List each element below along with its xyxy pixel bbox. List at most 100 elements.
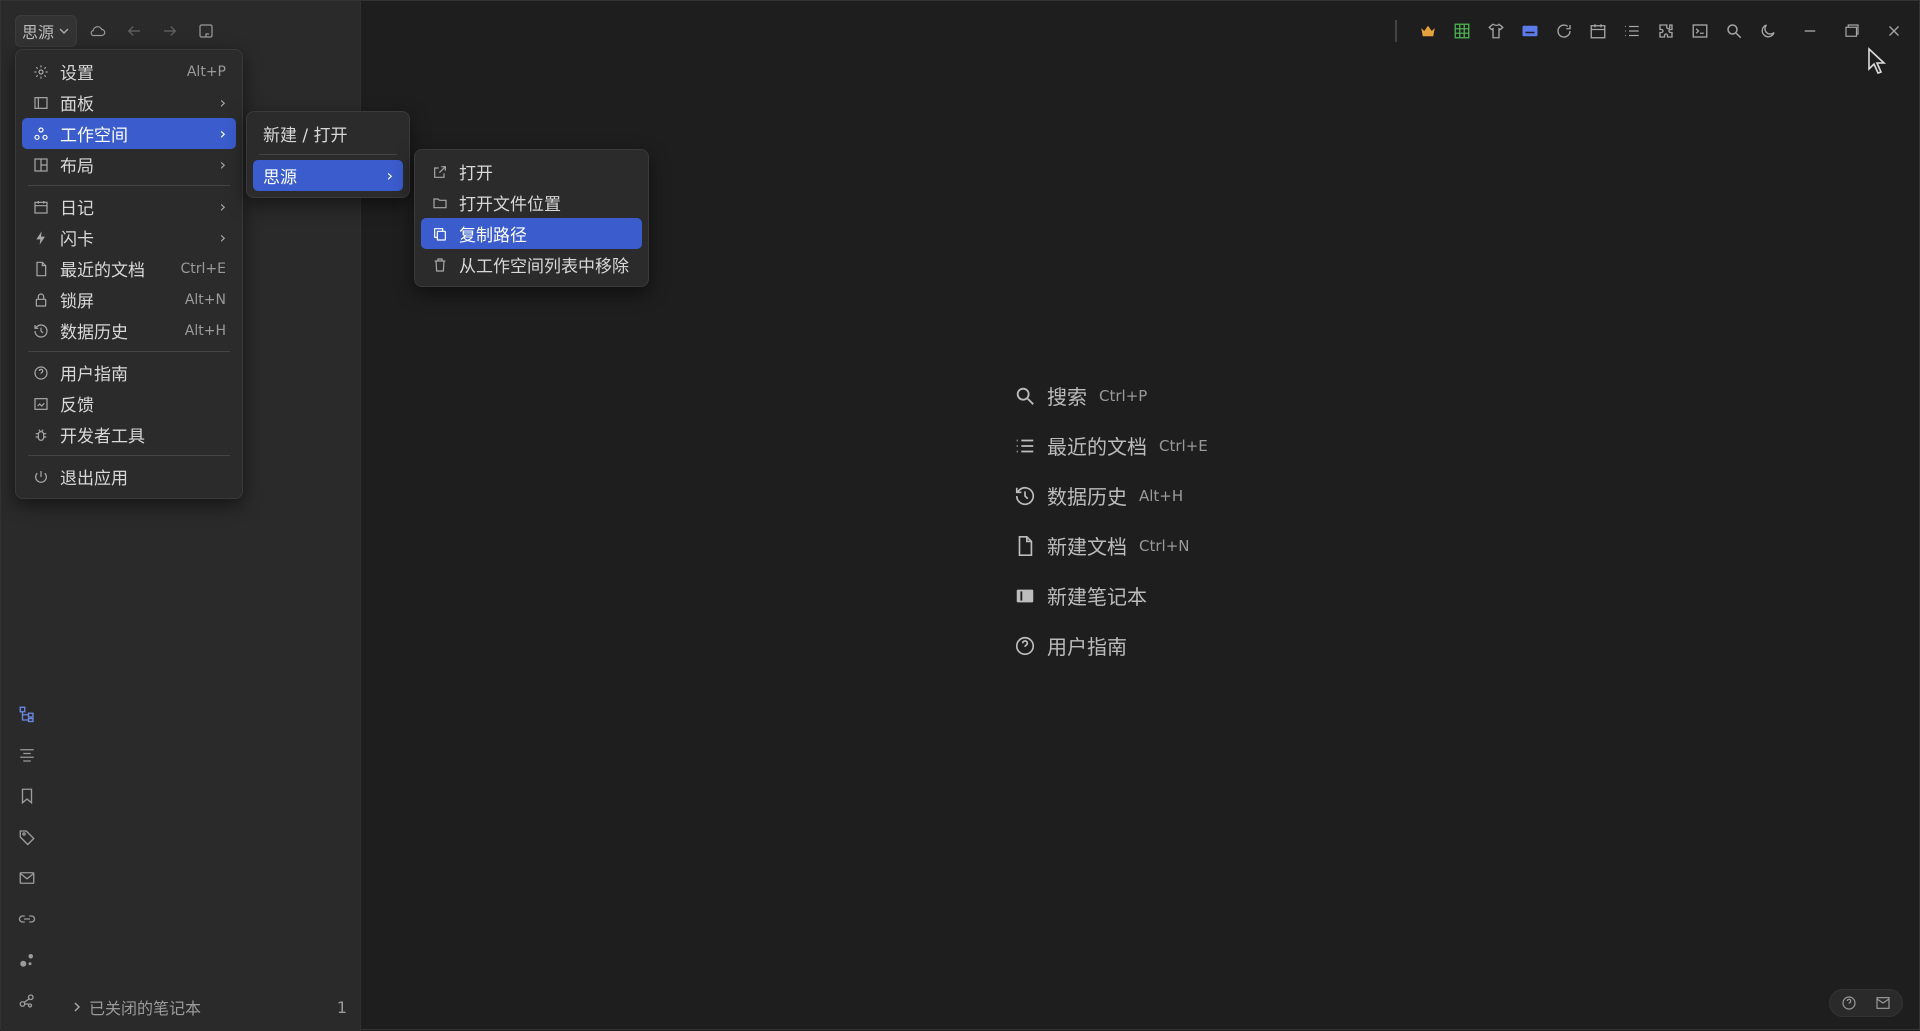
closed-notebooks-row[interactable]: 已关闭的笔记本 1 [71, 995, 347, 1019]
tag-icon[interactable] [12, 824, 42, 850]
menu-item-daily-note[interactable]: 日记 › [22, 191, 236, 222]
main-menu: 设置 Alt+P 面板 › 工作空间 › 布局 › 日记 › 闪卡 › 最近的文… [15, 49, 243, 499]
chevron-down-icon [59, 28, 69, 34]
workspace-name: 思源 [22, 23, 55, 42]
chevron-right-icon: › [219, 93, 226, 112]
menu-item-new-open[interactable]: 新建 / 打开 [253, 118, 403, 149]
cloud-sync-icon[interactable] [83, 16, 113, 46]
menu-item-open-file-location[interactable]: 打开文件位置 [421, 187, 642, 218]
lightning-icon [32, 229, 50, 247]
bookmark-icon[interactable] [12, 783, 42, 809]
new-doc-icon[interactable] [191, 16, 221, 46]
chevron-right-icon [74, 1002, 80, 1012]
menu-item-data-history[interactable]: 数据历史 Alt+H [22, 315, 236, 346]
workspace-icon [32, 125, 50, 143]
menu-item-feedback[interactable]: 反馈 [22, 388, 236, 419]
history-icon [1013, 484, 1037, 508]
help-icon[interactable] [1836, 991, 1862, 1015]
closed-notebooks-label: 已关闭的笔记本 [89, 999, 202, 1018]
forward-icon[interactable] [155, 16, 185, 46]
trash-icon [431, 256, 449, 274]
menu-separator [259, 154, 397, 155]
terminal-icon[interactable] [1685, 16, 1715, 46]
empty-action-new-notebook[interactable]: 新建笔记本 [1013, 581, 1208, 610]
empty-action-recent-docs[interactable]: 最近的文档 Ctrl+E [1013, 431, 1208, 460]
minimize-icon[interactable] [1795, 16, 1825, 46]
search-icon [1013, 384, 1037, 408]
chevron-right-icon: › [386, 166, 393, 185]
refresh-icon[interactable] [1549, 16, 1579, 46]
menu-item-workspace-siyuan[interactable]: 思源 › [253, 160, 403, 191]
close-icon[interactable] [1879, 16, 1909, 46]
layout-icon [32, 156, 50, 174]
crown-icon[interactable] [1413, 16, 1443, 46]
mouse-cursor-icon [1868, 47, 1887, 74]
list-icon [1013, 434, 1037, 458]
app-window: 思源 已关闭的笔记本 1 设置 Alt+P 面板 › 工作空间 › 布局 › 日… [0, 0, 1920, 1031]
puzzle-icon[interactable] [1651, 16, 1681, 46]
empty-state-actions: 搜索 Ctrl+P 最近的文档 Ctrl+E 数据历史 Alt+H 新建文档 C… [1013, 381, 1208, 660]
menu-item-quit[interactable]: 退出应用 [22, 461, 236, 492]
menu-separator [28, 185, 230, 186]
lock-icon [32, 291, 50, 309]
chevron-right-icon: › [219, 155, 226, 174]
message-icon[interactable] [1870, 991, 1896, 1015]
shirt-icon[interactable] [1481, 16, 1511, 46]
left-dock [11, 701, 43, 1014]
outline-icon[interactable] [12, 742, 42, 768]
menu-item-remove-workspace[interactable]: 从工作空间列表中移除 [421, 249, 642, 280]
chevron-right-icon: › [219, 197, 226, 216]
bug-icon [32, 426, 50, 444]
menu-item-workspace[interactable]: 工作空间 › [22, 118, 236, 149]
menu-item-copy-path[interactable]: 复制路径 [421, 218, 642, 249]
workspace-submenu: 新建 / 打开 思源 › [246, 111, 410, 198]
notebook-icon [1013, 584, 1037, 608]
file-icon [32, 260, 50, 278]
status-bar-right [1829, 989, 1903, 1017]
empty-action-data-history[interactable]: 数据历史 Alt+H [1013, 481, 1208, 510]
moon-icon[interactable] [1753, 16, 1783, 46]
top-left-toolbar: 思源 [15, 15, 221, 47]
menu-item-dev-tools[interactable]: 开发者工具 [22, 419, 236, 450]
menu-separator [28, 351, 230, 352]
backlink-icon[interactable] [12, 906, 42, 932]
power-icon [32, 468, 50, 486]
inbox-icon[interactable] [12, 865, 42, 891]
empty-action-new-doc[interactable]: 新建文档 Ctrl+N [1013, 531, 1208, 560]
feedback-icon [32, 395, 50, 413]
empty-action-user-guide[interactable]: 用户指南 [1013, 631, 1208, 660]
panel-icon [32, 94, 50, 112]
calendar-icon [32, 198, 50, 216]
menu-item-user-guide[interactable]: 用户指南 [22, 357, 236, 388]
menu-item-settings[interactable]: 设置 Alt+P [22, 56, 236, 87]
workspace-button[interactable]: 思源 [15, 15, 78, 47]
file-tree-icon[interactable] [12, 701, 42, 727]
restore-icon[interactable] [1837, 16, 1867, 46]
toolbar-separator [1395, 20, 1397, 42]
chevron-right-icon: › [219, 124, 226, 143]
search-icon[interactable] [1719, 16, 1749, 46]
help-icon [32, 364, 50, 382]
gear-icon [32, 63, 50, 81]
menu-item-layout[interactable]: 布局 › [22, 149, 236, 180]
list-icon[interactable] [1617, 16, 1647, 46]
file-icon [1013, 534, 1037, 558]
external-link-icon [431, 163, 449, 181]
menu-item-open[interactable]: 打开 [421, 156, 642, 187]
menu-item-flashcard[interactable]: 闪卡 › [22, 222, 236, 253]
global-graph-icon[interactable] [12, 988, 42, 1014]
siyuan-workspace-submenu: 打开 打开文件位置 复制路径 从工作空间列表中移除 [414, 149, 649, 287]
empty-action-search[interactable]: 搜索 Ctrl+P [1013, 381, 1208, 410]
menu-item-panel[interactable]: 面板 › [22, 87, 236, 118]
plugin-grid-icon[interactable] [1447, 16, 1477, 46]
menu-item-lock-screen[interactable]: 锁屏 Alt+N [22, 284, 236, 315]
calendar-icon[interactable] [1583, 16, 1613, 46]
copy-icon [431, 225, 449, 243]
menu-item-recent-docs[interactable]: 最近的文档 Ctrl+E [22, 253, 236, 284]
history-icon [32, 322, 50, 340]
closed-notebooks-count: 1 [336, 997, 347, 1017]
graph-icon[interactable] [12, 947, 42, 973]
back-icon[interactable] [119, 16, 149, 46]
keyboard-icon[interactable] [1515, 16, 1545, 46]
help-icon [1013, 634, 1037, 658]
